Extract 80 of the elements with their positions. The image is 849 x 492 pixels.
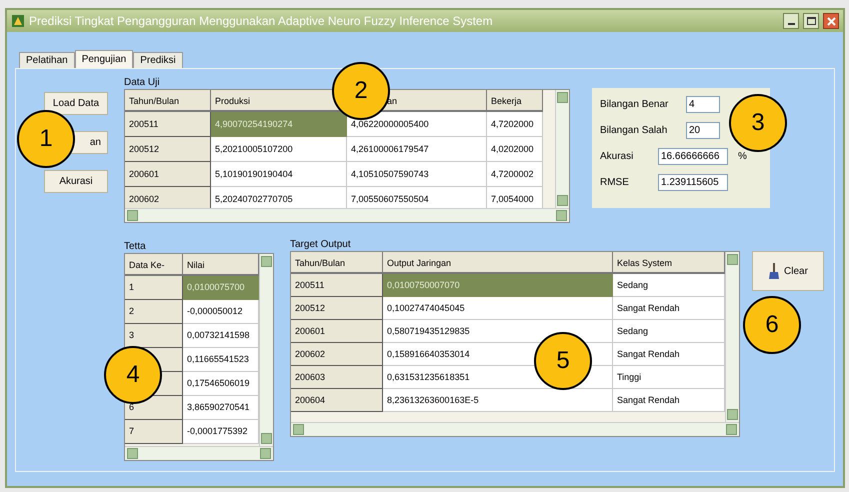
- table-cell: 0,0100750007070: [383, 274, 613, 297]
- column-header[interactable]: Data Ke-: [125, 254, 183, 276]
- table-cell: Sangat Rendah: [613, 343, 725, 366]
- table-cell: 5,10190190190404: [211, 162, 347, 187]
- section-label: Data Uji: [124, 77, 161, 89]
- table-cell: 200512: [125, 137, 211, 162]
- table-cell: 200601: [291, 320, 383, 343]
- table-cell: Sedang: [613, 320, 725, 343]
- table-cell: 4,26100006179547: [347, 137, 487, 162]
- window-title: Prediksi Tingkat Pengangguran Menggunakan Adaptive Neuro Fuzzy Inference System: [29, 13, 494, 30]
- table-cell: 0,0100075700: [183, 276, 259, 300]
- field-label: Akurasi: [600, 150, 634, 164]
- close-icon: [826, 16, 836, 26]
- table-cell: 200601: [125, 162, 211, 187]
- table-cell: 200602: [125, 187, 211, 208]
- table-cell: 7: [125, 420, 183, 444]
- input-field[interactable]: 20: [686, 122, 720, 138]
- table-cell: 200511: [125, 112, 211, 137]
- field-label: Bilangan Salah: [600, 124, 668, 138]
- horizontal-scrollbar[interactable]: [125, 208, 569, 222]
- table-cell: Sedang: [613, 274, 725, 297]
- horizontal-scrollbar[interactable]: [291, 422, 739, 436]
- table-cell: 4,10510507590743: [347, 162, 487, 187]
- vertical-scrollbar[interactable]: [259, 254, 273, 446]
- app-icon: [11, 14, 25, 28]
- section-label: Target Output: [290, 239, 352, 251]
- table-cell: 5,20240702770705: [211, 187, 347, 208]
- broom-icon: [768, 263, 780, 279]
- vertical-scrollbar[interactable]: [725, 252, 739, 422]
- table-cell: 200602: [291, 343, 383, 366]
- table-cell: 4,0202000: [487, 137, 543, 162]
- table-cell: 5,20210005107200: [211, 137, 347, 162]
- column-header[interactable]: Tahun/Bulan: [125, 90, 211, 112]
- table-cell: Sangat Rendah: [613, 389, 725, 412]
- tab[interactable]: Pelatihan: [19, 52, 75, 68]
- column-header[interactable]: Output Jaringan: [383, 252, 613, 274]
- unit-label: %: [738, 150, 747, 164]
- input-field[interactable]: 1.239115605: [658, 174, 728, 190]
- input-field[interactable]: 16.66666666: [658, 148, 728, 164]
- field-label: RMSE: [600, 176, 630, 190]
- table-cell: -0,000050012: [183, 300, 259, 324]
- table-cell: 3: [125, 324, 183, 348]
- clear-button[interactable]: Clear: [752, 251, 824, 291]
- table-cell: 2: [125, 300, 183, 324]
- table-cell: 0,11665541523: [183, 348, 259, 372]
- column-header[interactable]: Kelas System: [613, 252, 725, 274]
- field-label: Bilangan Benar: [600, 98, 670, 112]
- table-cell: 8,23613263600163E-5: [383, 389, 613, 412]
- table-cell: 200604: [291, 389, 383, 412]
- table-cell: -0,0001775392: [183, 420, 259, 444]
- section-label: Tetta: [124, 241, 147, 253]
- table-cell: 200512: [291, 297, 383, 320]
- table-cell: 4,06220000005400: [347, 112, 487, 137]
- table-cell: 4,7202000: [487, 112, 543, 137]
- close-button[interactable]: [823, 13, 839, 29]
- input-field[interactable]: 4: [686, 96, 720, 112]
- table-cell: Tinggi: [613, 366, 725, 389]
- table-cell: 0,00732141598: [183, 324, 259, 348]
- tab[interactable]: Prediksi: [133, 52, 183, 68]
- column-header[interactable]: Bekerja: [487, 90, 543, 112]
- minimize-button[interactable]: [783, 13, 799, 29]
- table-cell: 4,7200002: [487, 162, 543, 187]
- table-cell: 7,0054000: [487, 187, 543, 208]
- table-cell: 7,00550607550504: [347, 187, 487, 208]
- table-cell: 3,86590270541: [183, 396, 259, 420]
- horizontal-scrollbar[interactable]: [125, 446, 273, 460]
- table-cell: 200511: [291, 274, 383, 297]
- table-cell: Sangat Rendah: [613, 297, 725, 320]
- column-header[interactable]: Tahun/Bulan: [291, 252, 383, 274]
- table-cell: 1: [125, 276, 183, 300]
- maximize-button[interactable]: [803, 13, 819, 29]
- action-button[interactable]: Load Data: [44, 92, 108, 115]
- table-cell: 0,17546506019: [183, 372, 259, 396]
- tab[interactable]: Pengujian: [74, 50, 134, 68]
- table-cell: 200603: [291, 366, 383, 389]
- table-cell: 4,90070254190274: [211, 112, 347, 137]
- vertical-scrollbar[interactable]: [555, 90, 569, 208]
- table-cell: 0,10027474045045: [383, 297, 613, 320]
- action-button[interactable]: Akurasi: [44, 170, 108, 193]
- column-header[interactable]: Nilai: [183, 254, 259, 276]
